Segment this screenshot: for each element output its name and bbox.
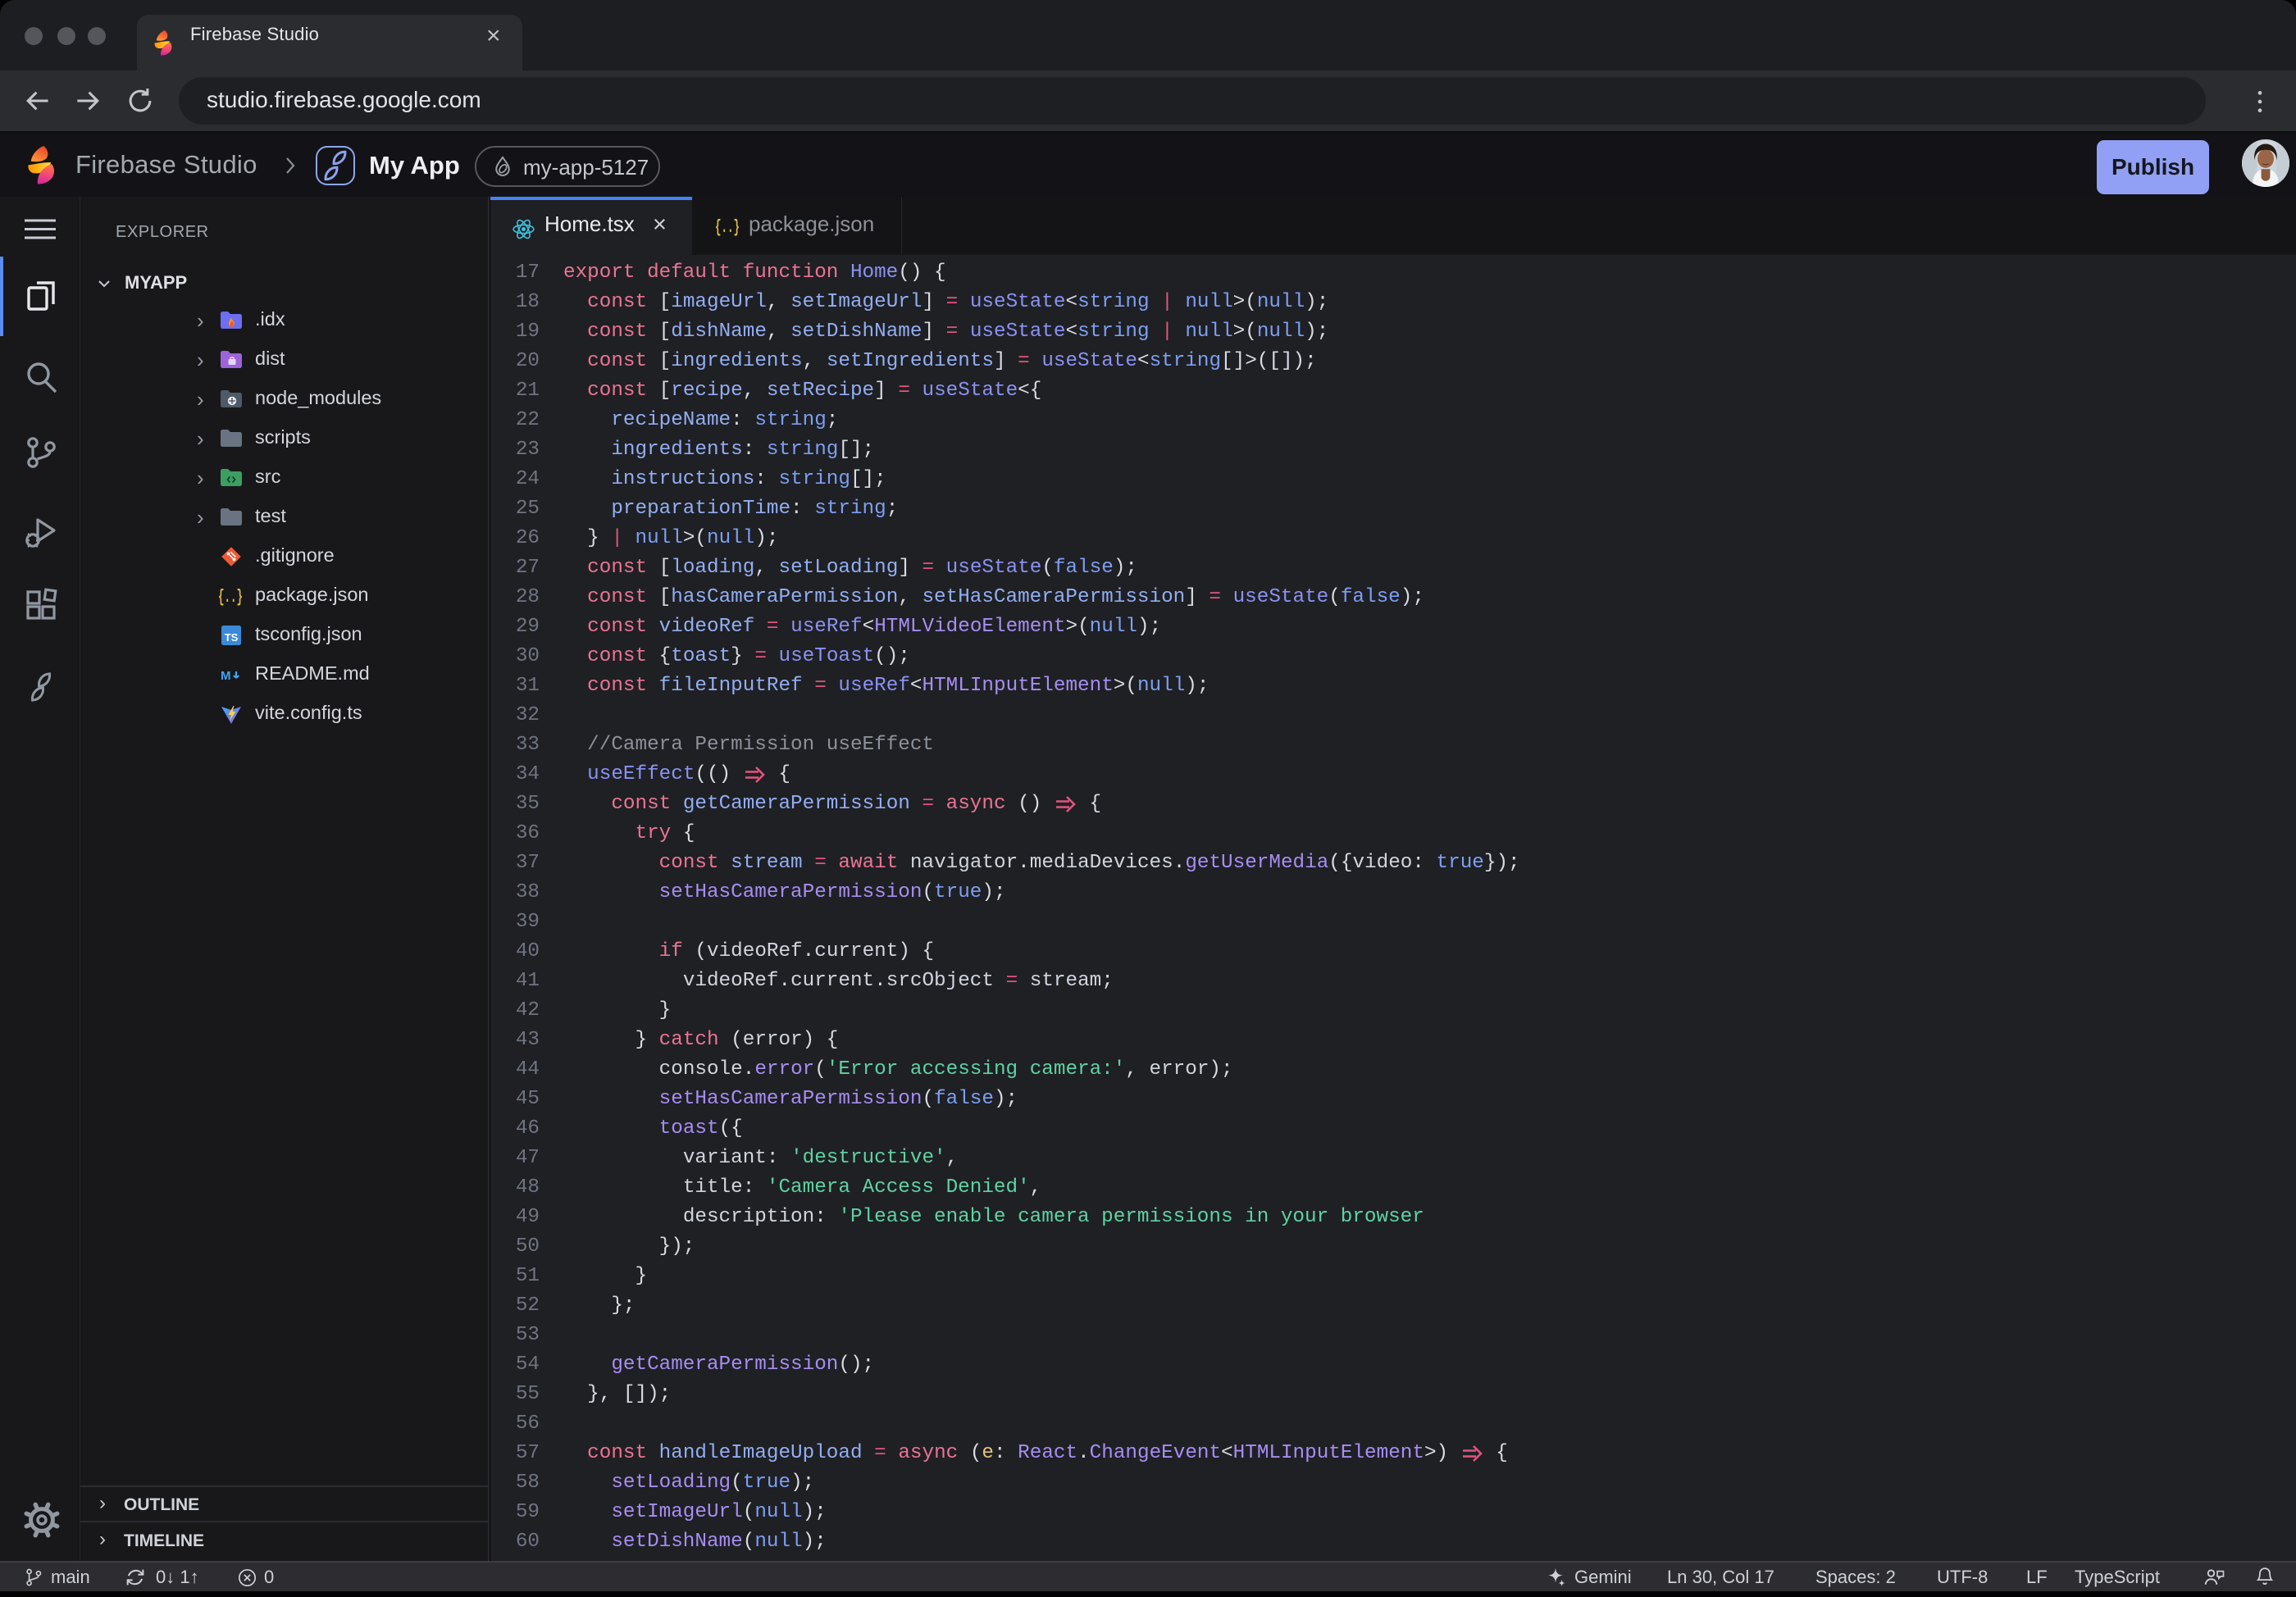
svg-text:{..}: {..} <box>715 217 740 238</box>
